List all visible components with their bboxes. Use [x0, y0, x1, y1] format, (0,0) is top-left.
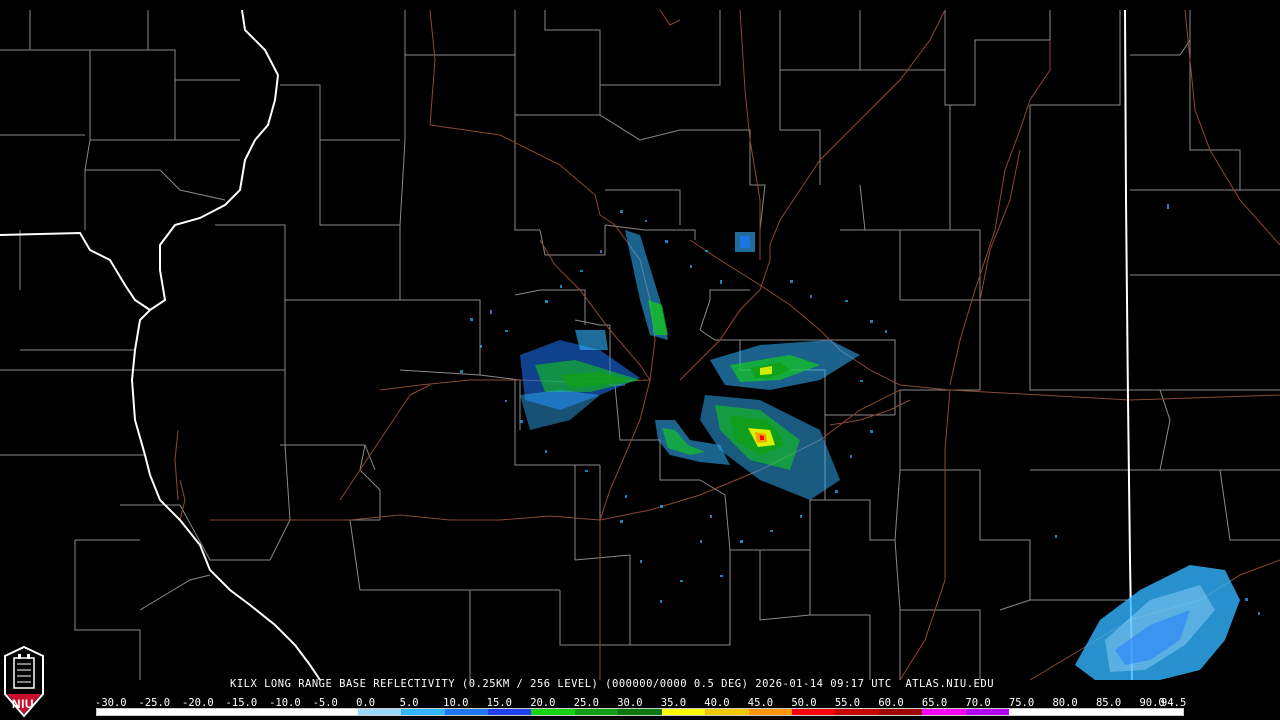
colorbar-swatch — [444, 709, 488, 715]
colorbar-swatch — [1009, 709, 1053, 715]
colorbar-swatch — [1096, 709, 1140, 715]
colorbar-swatch — [748, 709, 792, 715]
colorbar-swatch — [922, 709, 966, 715]
colorbar-swatch — [314, 709, 358, 715]
product-title: KILX LONG RANGE BASE REFLECTIVITY (0.25K… — [230, 678, 995, 690]
colorbar-swatch — [878, 709, 923, 715]
echo-east-sector — [710, 340, 860, 390]
colorbar-swatch — [1139, 709, 1183, 715]
colorbar-swatch — [618, 709, 662, 715]
colorbar-swatch — [270, 709, 315, 715]
echo-north-spur — [625, 230, 755, 340]
highways — [174, 9, 1280, 681]
colorbar-swatch — [705, 709, 749, 715]
colorbar-swatch — [965, 709, 1010, 715]
niu-logo-text: NIU — [11, 697, 35, 711]
colorbar-swatch — [97, 709, 141, 715]
echo-far-southeast — [1075, 565, 1240, 680]
colorbar-swatch — [401, 709, 445, 715]
radar-viewer: KILX LONG RANGE BASE REFLECTIVITY (0.25K… — [0, 0, 1280, 720]
echo-west-sector — [520, 330, 640, 430]
colorbar-swatch — [183, 709, 228, 715]
colorbar-swatch — [792, 709, 836, 715]
colorbar-swatch — [661, 709, 706, 715]
colorbar-swatch — [140, 709, 184, 715]
colorbar-swatch — [835, 709, 879, 715]
county-borders — [0, 10, 1280, 680]
colorbar-swatch — [1052, 709, 1097, 715]
colorbar-swatch — [487, 709, 532, 715]
colorbar-swatch — [531, 709, 575, 715]
colorbar-swatch — [357, 709, 402, 715]
colorbar-swatch — [574, 709, 619, 715]
radar-map[interactable] — [0, 0, 1280, 720]
colorbar-swatch — [227, 709, 271, 715]
reflectivity-colorbar — [96, 708, 1184, 716]
